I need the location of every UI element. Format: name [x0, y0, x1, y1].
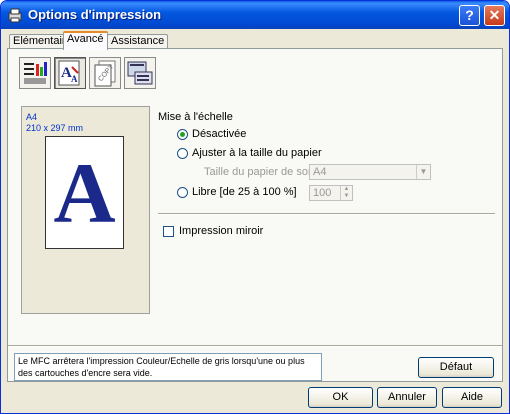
- divider: [8, 345, 502, 347]
- printer-icon: [7, 7, 23, 23]
- color-settings-icon[interactable]: [19, 57, 51, 89]
- default-button[interactable]: Défaut: [418, 357, 494, 378]
- output-paper-value: A4: [313, 166, 327, 178]
- ok-button[interactable]: OK: [308, 387, 373, 408]
- free-scale-value: 100: [313, 187, 332, 199]
- copy-icon[interactable]: COPY: [89, 57, 121, 89]
- print-options-window: Options d'impression ? ✕ Elémentaire Ava…: [0, 0, 510, 414]
- radio-free-scale[interactable]: [177, 187, 188, 198]
- radio-scaling-off-label[interactable]: Désactivée: [192, 128, 246, 140]
- radio-fit-to-page[interactable]: [177, 148, 188, 159]
- tab-avance[interactable]: Avancé: [63, 31, 108, 50]
- output-paper-label: Taille du papier de sortie: [204, 166, 324, 178]
- title-help-button[interactable]: ?: [459, 5, 480, 26]
- divider: [158, 213, 495, 215]
- svg-text:A: A: [71, 74, 78, 84]
- free-scale-stepper[interactable]: 100 ▲ ▼: [309, 185, 353, 201]
- cancel-button[interactable]: Annuler: [377, 387, 437, 408]
- paper-preview: A4 210 x 297 mm A: [21, 106, 150, 314]
- scaling-group-title: Mise à l'échelle: [158, 111, 233, 123]
- tab-assistance[interactable]: Assistance: [107, 34, 169, 49]
- output-paper-select[interactable]: A4 ▼: [309, 164, 431, 180]
- ink-warning-text: Le MFC arrêtera l'impression Couleur/Ech…: [14, 353, 322, 381]
- advanced-panel: AA COPY A4 210 x 297 mm A Mise à l'échel…: [7, 48, 503, 382]
- title-bar[interactable]: Options d'impression ? ✕: [1, 1, 509, 29]
- mirror-print-checkbox[interactable]: [163, 226, 174, 237]
- radio-free-scale-label[interactable]: Libre [de 25 à 100 %]: [192, 186, 297, 198]
- radio-scaling-off[interactable]: [177, 129, 188, 140]
- stepper-down-icon[interactable]: ▼: [340, 193, 352, 200]
- window-title: Options d'impression: [28, 7, 162, 22]
- scaling-icon[interactable]: AA: [54, 57, 86, 89]
- mirror-print-label[interactable]: Impression miroir: [179, 225, 263, 237]
- chevron-down-icon: ▼: [416, 165, 430, 179]
- help-button[interactable]: Aide: [442, 387, 502, 408]
- preview-letter: A: [53, 145, 116, 241]
- stepper-up-icon[interactable]: ▲: [340, 186, 352, 193]
- close-button[interactable]: ✕: [484, 5, 505, 26]
- paper-name: A4: [26, 112, 38, 122]
- paper-size: 210 x 297 mm: [26, 123, 84, 133]
- other-options-icon[interactable]: [124, 57, 156, 89]
- preview-sheet: A: [45, 136, 124, 249]
- radio-fit-to-page-label[interactable]: Ajuster à la taille du papier: [192, 147, 322, 159]
